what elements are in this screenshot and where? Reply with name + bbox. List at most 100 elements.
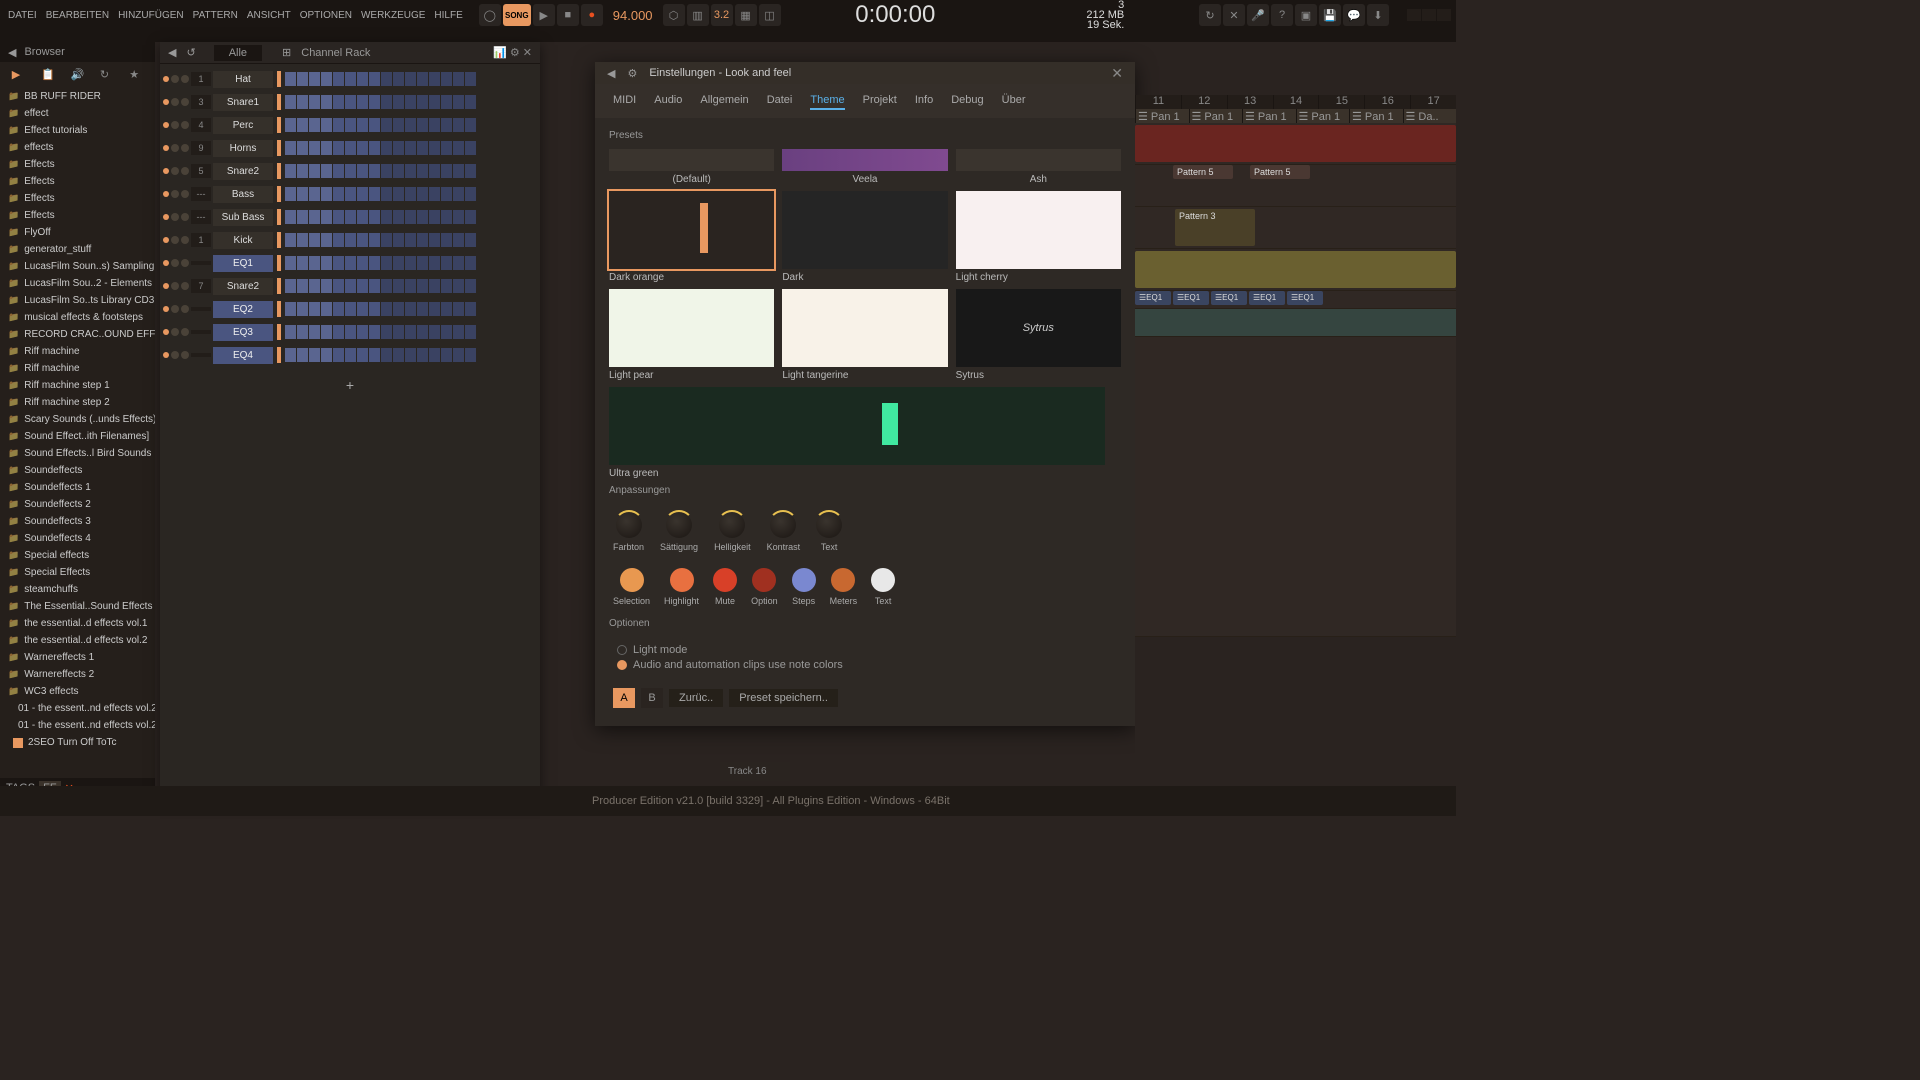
- step-cell[interactable]: [285, 279, 296, 293]
- step-cell[interactable]: [393, 256, 404, 270]
- step-cell[interactable]: [393, 210, 404, 224]
- pattern-clip[interactable]: Pattern 5: [1173, 165, 1233, 179]
- step-cell[interactable]: [405, 118, 416, 132]
- step-cell[interactable]: [321, 72, 332, 86]
- step-cell[interactable]: [453, 279, 464, 293]
- step-cell[interactable]: [441, 118, 452, 132]
- browser-folder[interactable]: steamchuffs: [0, 581, 155, 598]
- channel-filter[interactable]: Alle: [214, 45, 262, 61]
- channel-number[interactable]: 3: [191, 95, 211, 109]
- theme-preset[interactable]: Light pear: [609, 289, 774, 381]
- step-cell[interactable]: [357, 118, 368, 132]
- step-cell[interactable]: [357, 164, 368, 178]
- color-swatch[interactable]: Mute: [713, 568, 737, 606]
- step-cell[interactable]: [429, 233, 440, 247]
- step-cell[interactable]: [345, 256, 356, 270]
- channel-number[interactable]: ---: [191, 210, 211, 224]
- step-cell[interactable]: [453, 95, 464, 109]
- step-cell[interactable]: [345, 187, 356, 201]
- channel-name[interactable]: Bass: [213, 186, 273, 203]
- step-cell[interactable]: [285, 187, 296, 201]
- eq-clip[interactable]: ☰EQ1: [1135, 291, 1171, 305]
- channel-mute[interactable]: [171, 144, 179, 152]
- step-cell[interactable]: [417, 95, 428, 109]
- theme-preset[interactable]: Veela: [782, 149, 947, 185]
- browser-folder[interactable]: Effect tutorials: [0, 122, 155, 139]
- step-cell[interactable]: [381, 325, 392, 339]
- settings-tab[interactable]: Allgemein: [700, 92, 748, 110]
- track-label[interactable]: Track 16: [720, 762, 790, 781]
- step-cell[interactable]: [429, 95, 440, 109]
- browser-folder[interactable]: Effects: [0, 207, 155, 224]
- step-cell[interactable]: [321, 279, 332, 293]
- step-cell[interactable]: [381, 256, 392, 270]
- channel-led[interactable]: [163, 352, 169, 358]
- color-swatch[interactable]: Meters: [830, 568, 858, 606]
- channel-number[interactable]: 1: [191, 233, 211, 247]
- browser-folder[interactable]: effects: [0, 139, 155, 156]
- step-cell[interactable]: [357, 233, 368, 247]
- close-icon[interactable]: ✕: [1111, 65, 1123, 82]
- step-cell[interactable]: [465, 348, 476, 362]
- reload-icon[interactable]: ↻: [1199, 4, 1221, 26]
- step-cell[interactable]: [333, 118, 344, 132]
- play-button[interactable]: ▶: [533, 4, 555, 26]
- step-cell[interactable]: [345, 302, 356, 316]
- help-icon[interactable]: ?: [1271, 4, 1293, 26]
- channel-solo[interactable]: [181, 190, 189, 198]
- step-cell[interactable]: [285, 348, 296, 362]
- step-cell[interactable]: [465, 210, 476, 224]
- step-cell[interactable]: [417, 302, 428, 316]
- browser-file[interactable]: 01 - the essent..nd effects vol.2: [0, 717, 155, 734]
- step-cell[interactable]: [297, 118, 308, 132]
- step-cell[interactable]: [381, 187, 392, 201]
- step-cell[interactable]: [393, 348, 404, 362]
- step-cell[interactable]: [345, 325, 356, 339]
- settings-tab[interactable]: Projekt: [863, 92, 897, 110]
- track-header[interactable]: ☰ Da..: [1403, 109, 1457, 123]
- channel-volume[interactable]: [277, 117, 281, 133]
- step-cell[interactable]: [357, 72, 368, 86]
- channel-mute[interactable]: [171, 282, 179, 290]
- step-cell[interactable]: [453, 210, 464, 224]
- track-header[interactable]: ☰ Pan 1: [1189, 109, 1243, 123]
- step-cell[interactable]: [381, 141, 392, 155]
- menu-item[interactable]: OPTIONEN: [297, 10, 355, 21]
- step-cell[interactable]: [285, 164, 296, 178]
- channel-number[interactable]: 5: [191, 164, 211, 178]
- step-cell[interactable]: [345, 118, 356, 132]
- tool-icon[interactable]: ⬡: [663, 4, 685, 26]
- browser-folder[interactable]: Soundeffects 2: [0, 496, 155, 513]
- channel-number[interactable]: 4: [191, 118, 211, 132]
- step-cell[interactable]: [309, 279, 320, 293]
- step-cell[interactable]: [297, 95, 308, 109]
- channel-led[interactable]: [163, 237, 169, 243]
- menu-item[interactable]: DATEI: [5, 10, 40, 21]
- menu-item[interactable]: ANSICHT: [244, 10, 294, 21]
- step-cell[interactable]: [309, 256, 320, 270]
- back-icon[interactable]: ◀: [168, 46, 176, 59]
- track-header[interactable]: ☰ Pan 1: [1349, 109, 1403, 123]
- step-cell[interactable]: [285, 233, 296, 247]
- step-cell[interactable]: [321, 325, 332, 339]
- browser-folder[interactable]: RECORD CRAC..OUND EFFECT: [0, 326, 155, 343]
- step-cell[interactable]: [465, 256, 476, 270]
- channel-number[interactable]: ---: [191, 187, 211, 201]
- channel-name[interactable]: EQ2: [213, 301, 273, 318]
- step-cell[interactable]: [345, 348, 356, 362]
- channel-solo[interactable]: [181, 213, 189, 221]
- step-cell[interactable]: [309, 233, 320, 247]
- step-cell[interactable]: [297, 325, 308, 339]
- step-cell[interactable]: [345, 233, 356, 247]
- theme-preset[interactable]: Dark: [782, 191, 947, 283]
- step-cell[interactable]: [453, 256, 464, 270]
- tool-icon[interactable]: 💬: [1343, 4, 1365, 26]
- step-cell[interactable]: [381, 233, 392, 247]
- track-header[interactable]: ☰ Pan 1: [1296, 109, 1350, 123]
- channel-mute[interactable]: [171, 351, 179, 359]
- step-cell[interactable]: [357, 187, 368, 201]
- browser-star-icon[interactable]: ★: [129, 68, 143, 82]
- browser-folder[interactable]: Riff machine: [0, 343, 155, 360]
- rack-icon[interactable]: ⊞: [282, 46, 291, 59]
- step-cell[interactable]: [345, 210, 356, 224]
